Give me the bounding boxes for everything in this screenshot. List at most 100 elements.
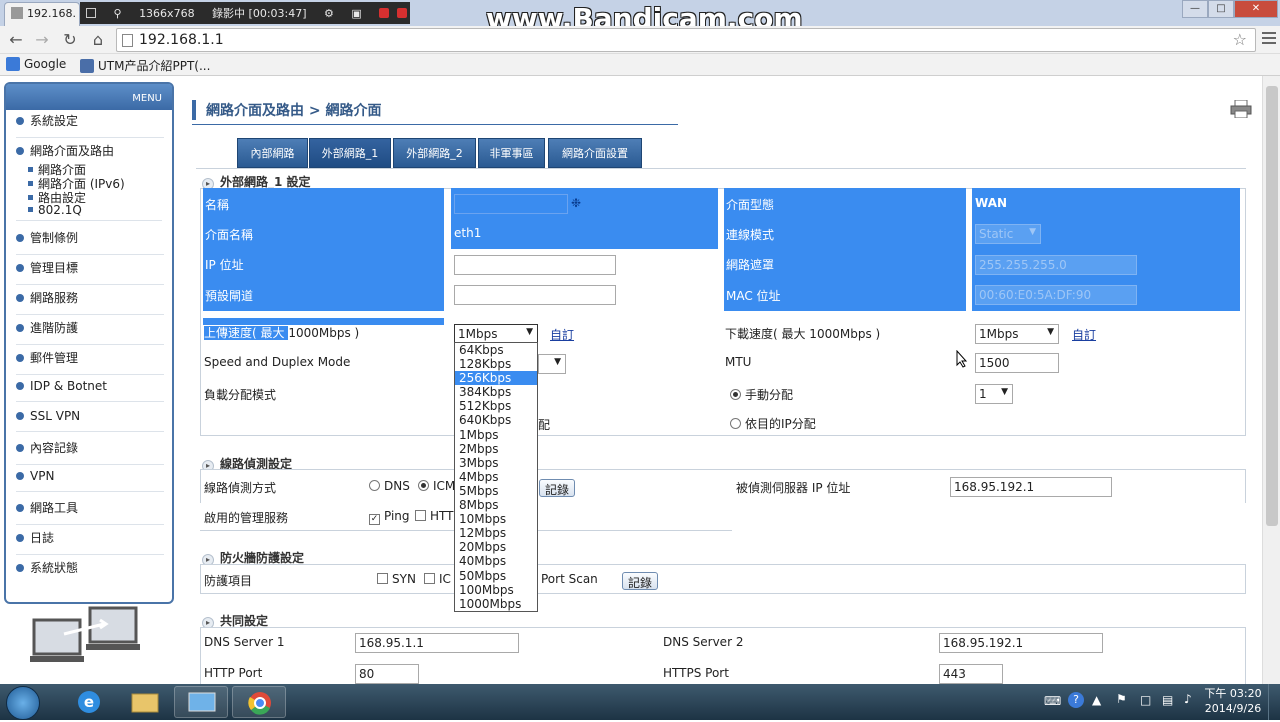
dest-ip-option[interactable]: 依目的IP分配 [730, 415, 816, 432]
sidebar-item-content-log[interactable]: 內容記錄 [16, 439, 164, 465]
dns1-input[interactable]: 168.95.1.1 [355, 633, 519, 653]
upload-option[interactable]: 384Kbps [455, 385, 537, 399]
home-icon[interactable]: ⌂ [88, 30, 108, 50]
forward-icon[interactable]: → [32, 30, 52, 50]
checkbox-icon[interactable] [415, 510, 426, 521]
sidebar-item-policy[interactable]: 管制條例 [16, 229, 164, 255]
upload-option[interactable]: 50Mbps [455, 569, 537, 583]
recorder-pause-icon[interactable] [379, 8, 390, 18]
ip-input[interactable] [454, 255, 616, 275]
sidebar-item-objects[interactable]: 管理目標 [16, 259, 164, 285]
volume-icon[interactable]: ♪ [1184, 692, 1192, 706]
detect-dns-option[interactable]: DNS [369, 479, 410, 493]
upload-speed-select[interactable]: 1Mbps ▼ [454, 324, 538, 344]
bookmark-google[interactable]: Google [6, 57, 66, 71]
minimize-icon[interactable]: — [1182, 0, 1208, 18]
netmask-input[interactable]: 255.255.255.0 [975, 255, 1137, 275]
sidebar-item-mail[interactable]: 郵件管理 [16, 349, 164, 375]
http-option[interactable]: HTT [415, 509, 453, 523]
tray-expand-icon[interactable]: ▲ [1092, 693, 1101, 707]
tab-dmz[interactable]: 非軍事區 [478, 138, 545, 168]
radio-icon[interactable] [730, 418, 741, 429]
sidebar-sub-8021q[interactable]: 802.1Q [28, 203, 82, 217]
close-icon[interactable]: ✕ [1234, 0, 1278, 18]
upload-option[interactable]: 8Mbps [455, 498, 537, 512]
tab-wan2[interactable]: 外部網路_2 [393, 138, 476, 168]
dns2-input[interactable]: 168.95.192.1 [939, 633, 1103, 653]
checkbox-checked-icon[interactable]: ✓ [369, 514, 380, 525]
flag-icon[interactable]: ⚑ [1116, 692, 1127, 706]
sidebar-item-sslvpn[interactable]: SSL VPN [16, 409, 164, 432]
sidebar-item-advanced[interactable]: 進階防護 [16, 319, 164, 345]
manual-ratio-select[interactable]: 1 ▼ [975, 384, 1013, 404]
upload-option[interactable]: 3Mbps [455, 456, 537, 470]
browser-tab[interactable]: 192.168. [4, 2, 80, 26]
checkbox-icon[interactable] [424, 573, 435, 584]
radio-icon[interactable] [418, 480, 429, 491]
recorder-stop-icon[interactable] [397, 8, 408, 18]
keyboard-icon[interactable]: ⌨ [1044, 694, 1061, 708]
detect-server-input[interactable]: 168.95.192.1 [950, 477, 1112, 497]
bookmark-utm[interactable]: UTM产品介紹PPT(... [80, 57, 210, 74]
back-icon[interactable]: ← [6, 30, 26, 50]
ping-option[interactable]: ✓ Ping [369, 509, 410, 525]
print-icon[interactable] [1230, 100, 1252, 118]
portscan-option[interactable]: Port Scan [541, 572, 598, 586]
upload-option[interactable]: 1000Mbps [455, 597, 537, 611]
upload-option[interactable]: 10Mbps [455, 512, 537, 526]
sidebar-item-status[interactable]: 系統狀態 [16, 559, 164, 584]
download-custom-link[interactable]: 自訂 [1072, 326, 1096, 343]
taskbar-clock[interactable]: 下午 03:20 2014/9/26 [1202, 686, 1264, 716]
bookmark-star-icon[interactable]: ☆ [1233, 30, 1247, 49]
https-port-input[interactable]: 443 [939, 664, 1003, 684]
upload-option[interactable]: 640Kbps [455, 413, 537, 427]
reload-icon[interactable]: ↻ [60, 30, 80, 50]
radio-icon[interactable] [369, 480, 380, 491]
manual-option[interactable]: 手動分配 [730, 386, 793, 403]
help-icon[interactable]: ? [1068, 692, 1084, 708]
upload-option[interactable]: 100Mbps [455, 583, 537, 597]
mac-input[interactable]: 00:60:E0:5A:DF:90 [975, 285, 1137, 305]
tab-wan1[interactable]: 外部網路_1 [309, 138, 391, 168]
icmp-flood-option[interactable]: IC [424, 572, 451, 586]
show-desktop-button[interactable] [1268, 684, 1280, 720]
upload-option[interactable]: 12Mbps [455, 526, 537, 540]
sidebar-item-services[interactable]: 網路服務 [16, 289, 164, 315]
http-port-input[interactable]: 80 [355, 664, 419, 684]
sidebar-item-logs[interactable]: 日誌 [16, 529, 164, 555]
radio-icon[interactable] [730, 389, 741, 400]
upload-option[interactable]: 5Mbps [455, 484, 537, 498]
mtu-input[interactable]: 1500 [975, 353, 1059, 373]
page-scrollbar[interactable] [1262, 76, 1280, 684]
upload-option[interactable]: 64Kbps [455, 343, 537, 357]
detect-log-button[interactable]: 記錄 [539, 479, 576, 497]
remote-desktop-icon[interactable] [174, 686, 228, 718]
upload-option[interactable]: 512Kbps [455, 399, 537, 413]
start-button-icon[interactable] [6, 686, 40, 720]
gateway-input[interactable] [454, 285, 616, 305]
upload-option[interactable]: 256Kbps [455, 371, 537, 386]
detect-icmp-option[interactable]: ICM [418, 479, 455, 493]
tab-interface-settings[interactable]: 網路介面設置 [548, 138, 642, 168]
upload-option[interactable]: 40Mbps [455, 554, 537, 568]
url-input[interactable]: 192.168.1.1 ☆ [116, 28, 1256, 52]
sidebar-item-tools[interactable]: 網路工具 [16, 499, 164, 525]
network-icon[interactable]: ▤ [1162, 693, 1173, 707]
upload-option[interactable]: 20Mbps [455, 540, 537, 554]
checkbox-icon[interactable] [377, 573, 388, 584]
upload-option[interactable]: 128Kbps [455, 357, 537, 371]
recorder-camera-icon[interactable]: ▣ [351, 7, 361, 20]
firewall-log-button[interactable]: 記錄 [622, 572, 659, 590]
speed-duplex-select[interactable]: ▼ [538, 354, 566, 374]
maximize-icon[interactable]: □ [1208, 0, 1234, 18]
folder-icon[interactable] [118, 686, 172, 718]
name-input[interactable] [454, 194, 568, 214]
ie-icon[interactable]: e [62, 686, 116, 718]
upload-speed-options[interactable]: 64Kbps 128Kbps 256Kbps 384Kbps 512Kbps 640Kbp… [454, 342, 538, 612]
tab-lan[interactable]: 內部網路 [237, 138, 308, 168]
recorder-settings-icon[interactable]: ⚙ [324, 7, 334, 20]
scroll-thumb[interactable] [1266, 86, 1278, 526]
sidebar-item-system[interactable]: 系統設定 [16, 112, 164, 138]
sidebar-item-vpn[interactable]: VPN [16, 469, 164, 492]
name-check-icon[interactable]: ❉ [571, 196, 585, 212]
